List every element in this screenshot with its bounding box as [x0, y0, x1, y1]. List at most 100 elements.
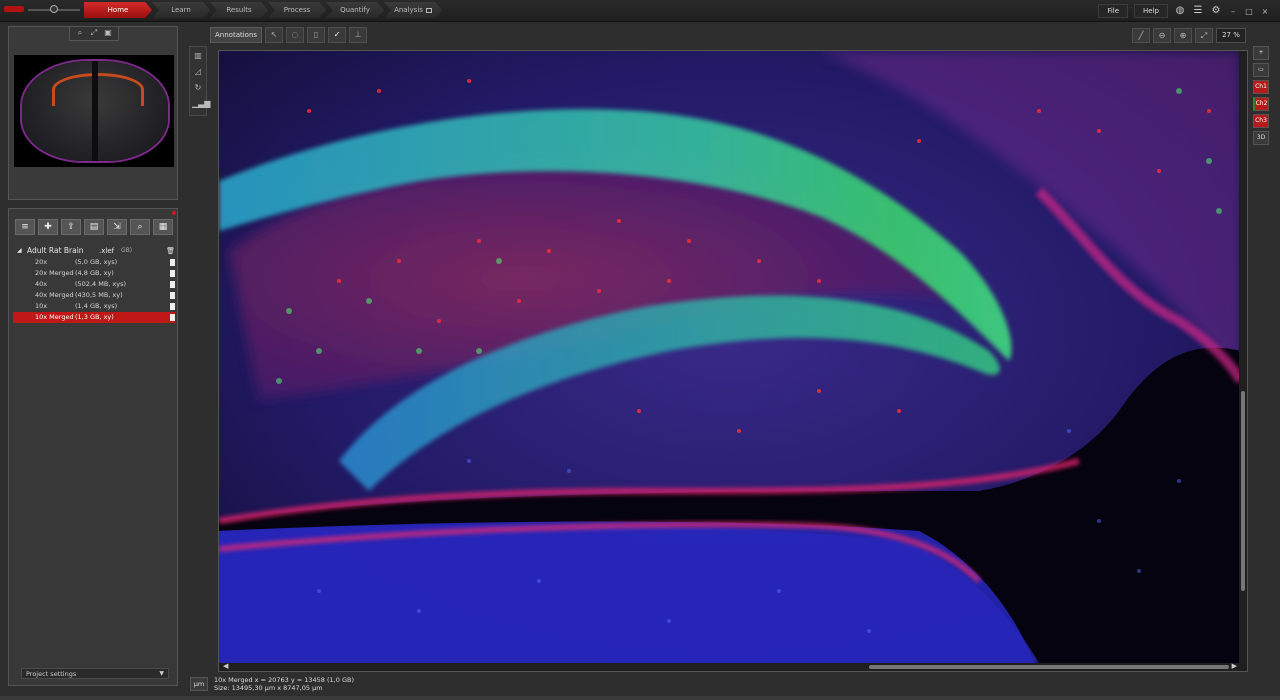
close-button[interactable]: ×: [1260, 7, 1270, 16]
zoom-region-icon[interactable]: ⌕: [74, 27, 86, 39]
brand-logo: [4, 4, 80, 16]
list-icon[interactable]: ☰: [1192, 5, 1204, 17]
trash-icon[interactable]: 🗑: [166, 245, 175, 257]
item-detail: (1,4 GB, xys): [75, 302, 118, 310]
maximize-button[interactable]: □: [1244, 7, 1254, 16]
new-file-icon[interactable]: ✚: [38, 219, 58, 235]
item-detail: (502,4 MB, xys): [75, 280, 127, 288]
search-icon[interactable]: ⌕: [130, 219, 150, 235]
select-icon[interactable]: ↖: [265, 27, 284, 43]
list-item[interactable]: 10x (1,4 GB, xys): [13, 301, 175, 312]
item-name: 20x: [35, 258, 48, 266]
tab-quantify[interactable]: Quantify: [326, 2, 384, 18]
histogram-icon[interactable]: ▁▃▆: [192, 98, 210, 110]
window-bottom-edge: [0, 696, 1280, 700]
panel-toggle-button[interactable]: ▭: [1253, 63, 1269, 77]
vertical-scrollbar[interactable]: [1239, 51, 1247, 665]
gear-icon[interactable]: ⚙: [1210, 5, 1222, 17]
minimize-button[interactable]: –: [1228, 7, 1238, 16]
delete-icon[interactable]: ▯: [307, 27, 326, 43]
document-icon: [170, 314, 175, 321]
viewer-side-tools: ▥ ◿ ↻ ▁▃▆: [189, 46, 210, 116]
document-icon: [170, 303, 175, 310]
notification-dot: [172, 211, 176, 215]
navigator-toolbar: ⌕ ⤢ ▣: [69, 27, 119, 41]
globe-icon[interactable]: ◍: [1174, 5, 1186, 17]
zoom-out-icon[interactable]: ⊖: [1153, 27, 1171, 43]
import-icon[interactable]: ⇪: [61, 219, 81, 235]
measure-icon[interactable]: ⊥: [349, 27, 368, 43]
fluorescence-image: [219, 51, 1241, 663]
refresh-icon[interactable]: ↻: [192, 82, 204, 94]
horizontal-scrollbar[interactable]: ◀ ▶: [219, 662, 1247, 671]
status-bar: µm 10x Merged x = 20763 y = 13458 (1,0 G…: [188, 674, 1278, 698]
file-menu[interactable]: File: [1098, 4, 1129, 18]
draw-icon[interactable]: ╱: [1132, 27, 1150, 43]
list-item[interactable]: 20x (5,0 GB, xys): [13, 257, 175, 268]
3d-view-button[interactable]: 3D: [1253, 131, 1269, 145]
help-menu[interactable]: Help: [1134, 4, 1168, 18]
item-detail: (4,8 GB, xy): [75, 269, 114, 277]
top-bar: Home Learn Results Process Quantify Anal…: [0, 0, 1280, 22]
confirm-icon[interactable]: ✓: [328, 27, 347, 43]
horizontal-scroll-thumb[interactable]: [869, 665, 1229, 669]
list-item-selected[interactable]: 10x Merged (1,3 GB, xy): [13, 312, 175, 323]
tree-root[interactable]: ◢ Adult Rat Brain .xlef GB) 🗑: [13, 245, 175, 257]
tab-process[interactable]: Process: [268, 2, 326, 18]
scroll-left-icon[interactable]: ◀: [223, 662, 228, 670]
list-item[interactable]: 20x Merged (4,8 GB, xy): [13, 268, 175, 279]
zoom-level-field[interactable]: 27 %: [1216, 27, 1246, 43]
vertical-scroll-thumb[interactable]: [1241, 391, 1245, 591]
document-icon: [170, 259, 175, 266]
channel-3-button[interactable]: Ch3: [1253, 114, 1269, 128]
image-viewer[interactable]: ◀ ▶: [218, 50, 1248, 672]
project-tree: ◢ Adult Rat Brain .xlef GB) 🗑 20x (5,0 GB…: [13, 245, 175, 323]
workflow-tabs: Home Learn Results Process Quantify Anal…: [84, 2, 442, 20]
expand-icon[interactable]: ◢: [17, 245, 22, 257]
save-icon[interactable]: ▤: [84, 219, 104, 235]
unit-toggle-button[interactable]: µm: [190, 677, 208, 691]
scroll-right-icon[interactable]: ▶: [1232, 662, 1237, 670]
overview-toggle-icon[interactable]: ▣: [102, 27, 114, 39]
project-settings-dropdown[interactable]: Project settings ▼: [21, 668, 169, 679]
document-icon: [170, 281, 175, 288]
project-ext: .xlef: [99, 247, 115, 255]
tab-analysis[interactable]: Analysis: [384, 2, 442, 18]
tab-home[interactable]: Home: [84, 2, 152, 18]
channels-icon[interactable]: ▥: [192, 50, 204, 62]
project-panel: ≡ ✚ ⇪ ▤ ⇲ ⌕ ▦ ◢ Adult Rat Brain .xlef GB…: [8, 208, 178, 686]
tab-learn[interactable]: Learn: [152, 2, 210, 18]
chevron-down-icon: ▼: [159, 670, 164, 677]
channel-strip: + ▭ Ch1 Ch2 Ch3 3D: [1251, 46, 1271, 156]
add-icon[interactable]: ≡: [15, 219, 35, 235]
document-icon: [170, 270, 175, 277]
lasso-icon[interactable]: ◌: [286, 27, 305, 43]
item-detail: (5,0 GB, xys): [75, 258, 118, 266]
project-settings-label: Project settings: [26, 670, 77, 678]
lock-icon: [425, 7, 432, 13]
project-size: GB): [121, 247, 133, 254]
item-detail: (430,5 MB, xy): [75, 291, 123, 299]
item-name: 10x Merged: [35, 313, 74, 321]
export-icon[interactable]: ⇲: [107, 219, 127, 235]
zoom-toolbar: ╱ ⊖ ⊕ ⤢ 27 %: [1132, 27, 1246, 43]
image-size-readout: Size: 13495,30 µm x 8747,05 µm: [214, 684, 323, 692]
list-item[interactable]: 40x Merged (430,5 MB, xy): [13, 290, 175, 301]
fit-screen-icon[interactable]: ⤢: [1195, 27, 1213, 43]
overview-thumbnail[interactable]: [14, 55, 174, 167]
annotations-button[interactable]: Annotations: [210, 27, 263, 43]
fit-icon[interactable]: ⤢: [88, 27, 100, 39]
cursor-readout: 10x Merged x = 20763 y = 13458 (1,0 GB): [214, 676, 354, 684]
list-item[interactable]: 40x (502,4 MB, xys): [13, 279, 175, 290]
opacity-slider-knob[interactable]: [50, 5, 58, 13]
add-panel-button[interactable]: +: [1253, 46, 1269, 60]
channel-2-button[interactable]: Ch2: [1253, 97, 1269, 111]
item-name: 20x Merged: [35, 269, 74, 277]
levels-icon[interactable]: ◿: [192, 66, 204, 78]
zoom-in-icon[interactable]: ⊕: [1174, 27, 1192, 43]
tab-results[interactable]: Results: [210, 2, 268, 18]
channel-1-button[interactable]: Ch1: [1253, 80, 1269, 94]
grid-icon[interactable]: ▦: [153, 219, 173, 235]
document-icon: [170, 292, 175, 299]
item-name: 40x: [35, 280, 48, 288]
